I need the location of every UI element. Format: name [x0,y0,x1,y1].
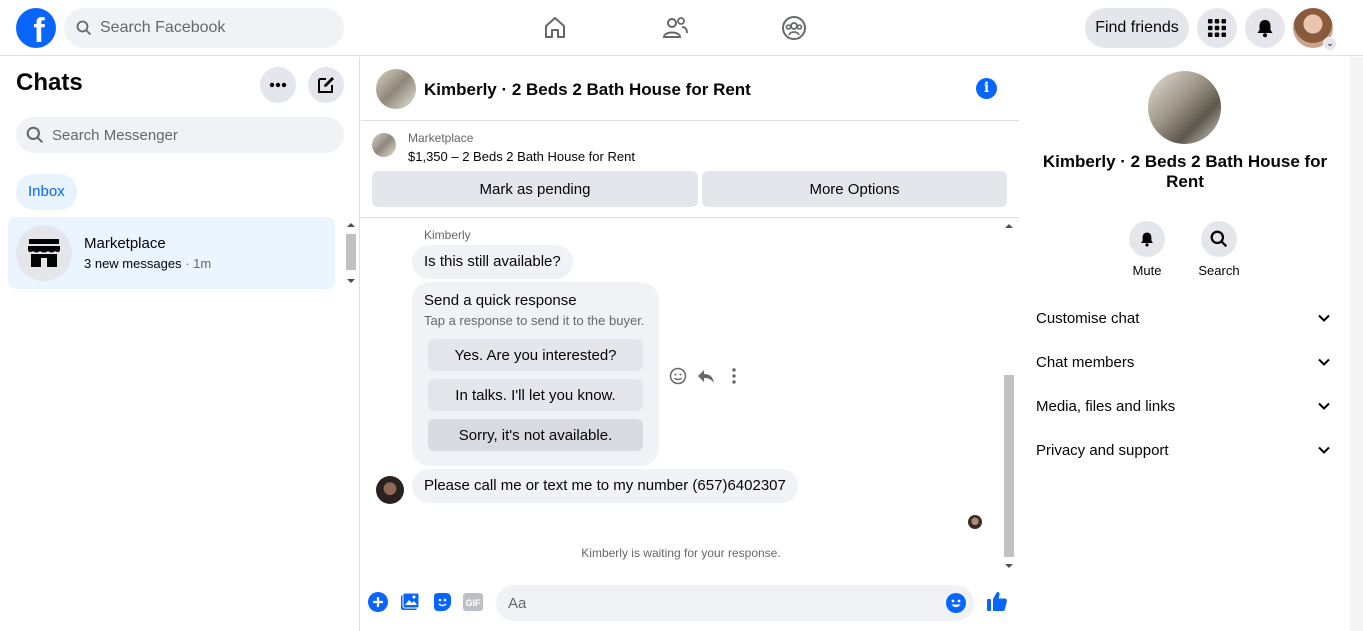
sender-avatar[interactable] [376,476,404,504]
chat-list-scrollbar[interactable] [344,218,358,288]
section-label: Media, files and links [1036,397,1176,415]
section-label: Chat members [1036,353,1135,371]
reply-icon[interactable] [695,365,717,387]
sticker-icon[interactable] [431,591,453,613]
chat-list-item-marketplace[interactable]: Marketplace 3 new messages · 1m [8,217,335,289]
chat-name: Marketplace [84,235,166,252]
mute-button[interactable]: Mute [1117,221,1177,278]
marketplace-listing-banner: Marketplace $1,350 – 2 Beds 2 Bath House… [361,122,1019,218]
friends-icon[interactable] [657,10,693,46]
facebook-logo[interactable]: f [16,8,56,48]
message-input[interactable] [508,594,928,612]
marketplace-label: Marketplace [408,131,474,145]
more-vertical-icon[interactable] [723,365,745,387]
profile-avatar[interactable]: ⌄ [1293,8,1337,51]
top-navigation-bar: f Find friends ⌄ [0,0,1363,56]
marketplace-store-icon [16,225,72,281]
conversation-panel: Kimberly · 2 Beds 2 Bath House for Rent … [361,57,1019,631]
find-friends-button[interactable]: Find friends [1085,8,1189,48]
mark-as-pending-button[interactable]: Mark as pending [372,171,698,207]
notifications-bell-icon[interactable] [1245,8,1285,48]
scroll-up-arrow-icon[interactable] [344,220,358,230]
chevron-down-icon [1318,358,1330,366]
section-chat-members[interactable]: Chat members [1036,340,1330,384]
quick-response-option[interactable]: In talks. I'll let you know. [428,379,643,411]
scroll-down-arrow-icon[interactable] [344,276,358,286]
search-icon[interactable] [1201,221,1237,257]
message-bubble[interactable]: Is this still available? [412,245,573,279]
scroll-down-arrow-icon[interactable] [1002,561,1016,571]
more-options-button[interactable]: More Options [702,171,1007,207]
section-label: Customise chat [1036,309,1140,327]
conversation-title[interactable]: Kimberly · 2 Beds 2 Bath House for Rent [424,80,751,100]
messenger-search-input[interactable] [52,126,312,144]
facebook-search-input[interactable] [100,19,320,37]
quick-response-card: Send a quick response Tap a response to … [412,282,659,466]
search-icon [76,20,92,36]
waiting-status-text: Kimberly is waiting for your response. [581,546,781,560]
message-composer: GIF [361,583,1019,623]
quick-response-heading: Send a quick response [424,292,577,309]
info-icon[interactable]: i [976,78,997,99]
quick-response-subtext: Tap a response to send it to the buyer. [424,313,645,328]
section-media-files-links[interactable]: Media, files and links [1036,384,1330,428]
plus-icon[interactable] [367,591,389,613]
messenger-search-box[interactable] [16,117,344,153]
sender-name: Kimberly [424,228,471,242]
photo-icon[interactable] [399,591,421,613]
quick-response-option[interactable]: Yes. Are you interested? [428,339,643,371]
home-icon[interactable] [537,10,573,46]
new-message-icon[interactable] [308,67,344,103]
inbox-filter-tab[interactable]: Inbox [16,174,77,210]
search-icon [26,126,44,144]
scroll-up-arrow-icon[interactable] [1002,221,1016,231]
mute-label: Mute [1132,263,1162,278]
scrollbar-thumb[interactable] [1004,375,1014,557]
chat-details-panel: Kimberly · 2 Beds 2 Bath House for Rent … [1020,57,1350,631]
chat-time: · 1m [185,256,212,271]
menu-grid-icon[interactable] [1197,8,1237,48]
chats-sidebar: Chats Inbox Marketplace 3 new messages ·… [0,57,360,631]
scrollbar-thumb[interactable] [346,234,356,270]
message-thread: Kimberly Is this still available? Send a… [361,219,1019,571]
message-bubble[interactable]: Please call me or text me to my number (… [412,469,798,503]
like-thumbs-up-icon[interactable] [985,589,1009,613]
section-customise-chat[interactable]: Customise chat [1036,296,1330,340]
chats-title: Chats [16,69,83,96]
section-privacy-support[interactable]: Privacy and support [1036,428,1330,472]
conversation-header: Kimberly · 2 Beds 2 Bath House for Rent … [361,57,1019,121]
listing-thumbnail[interactable] [372,133,396,157]
emoji-icon[interactable] [946,593,966,613]
message-input-box[interactable] [496,585,974,621]
message-thread-scrollbar[interactable] [1002,221,1016,573]
svg-text:GIF: GIF [466,598,482,608]
chevron-down-icon [1318,314,1330,322]
conversation-avatar[interactable] [376,69,416,109]
groups-icon[interactable] [776,10,812,46]
section-label: Privacy and support [1036,441,1169,459]
chevron-down-icon[interactable]: ⌄ [1323,37,1337,51]
chat-preview-text: 3 new messages [84,256,182,271]
search-label: Search [1198,263,1240,278]
page-scrollbar[interactable] [1350,57,1363,631]
gif-icon[interactable]: GIF [462,591,484,613]
chevron-down-icon [1318,402,1330,410]
more-options-icon[interactable] [260,67,296,103]
search-in-conversation-button[interactable]: Search [1189,221,1249,278]
quick-response-option[interactable]: Sorry, it's not available. [428,419,643,451]
details-avatar[interactable] [1148,71,1221,144]
chevron-down-icon [1318,446,1330,454]
react-emoji-icon[interactable] [667,365,689,387]
chat-preview: 3 new messages · 1m [84,256,211,271]
listing-title[interactable]: $1,350 – 2 Beds 2 Bath House for Rent [408,149,635,164]
details-name: Kimberly · 2 Beds 2 Bath House for Rent [1042,152,1328,191]
facebook-search-box[interactable] [64,8,344,48]
bell-icon[interactable] [1129,221,1165,257]
seen-receipt-avatar [968,515,982,529]
